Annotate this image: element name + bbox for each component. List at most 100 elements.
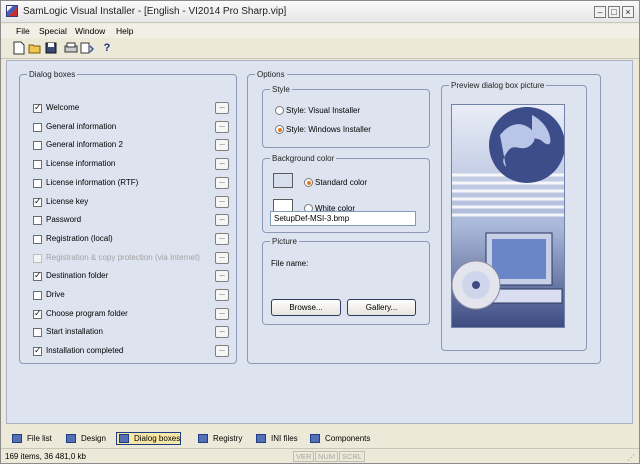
dialog-box-row: Installation completed... xyxy=(33,345,233,358)
dialog-box-checkbox[interactable] xyxy=(33,234,42,244)
dialog-box-settings-button[interactable]: ... xyxy=(215,214,229,227)
dialog-box-label[interactable]: Choose program folder xyxy=(46,309,128,318)
dialog-box-settings-button[interactable]: ... xyxy=(215,307,229,320)
close-button[interactable]: × xyxy=(622,6,634,18)
main-window: SamLogic Visual Installer - [English - V… xyxy=(0,0,640,464)
resize-grip-icon[interactable]: ⋰ xyxy=(627,453,635,462)
dialog-box-label[interactable]: Registration (local) xyxy=(46,234,113,243)
dialog-box-row: License key... xyxy=(33,195,233,209)
app-icon xyxy=(6,5,18,17)
new-file-icon[interactable] xyxy=(11,40,27,56)
tab-design[interactable]: Design xyxy=(64,432,106,445)
dialog-box-label: Registration & copy protection (via Inte… xyxy=(46,252,200,262)
standard-color-label[interactable]: Standard color xyxy=(315,178,367,187)
dialog-box-settings-button[interactable]: ... xyxy=(215,102,229,114)
open-folder-icon[interactable] xyxy=(27,40,43,56)
style-legend: Style xyxy=(272,85,290,94)
dialog-box-checkbox xyxy=(33,253,42,263)
status-bar: 169 items, 36 481,0 kb VER NUM SCRL ⋰ xyxy=(1,448,639,463)
dialog-box-checkbox[interactable] xyxy=(33,270,42,282)
dialog-box-label[interactable]: License information xyxy=(46,159,115,168)
dialog-box-checkbox[interactable] xyxy=(33,160,42,170)
menu-bar: File Special Window Help xyxy=(1,24,639,38)
maximize-button[interactable]: □ xyxy=(608,6,620,18)
gallery-button[interactable]: Gallery... xyxy=(347,299,416,316)
dialog-box-settings-button[interactable]: ... xyxy=(215,251,229,264)
dialog-boxes-group: Dialog boxes Welcome...General informati… xyxy=(19,70,237,364)
help-icon[interactable]: ? xyxy=(99,40,115,56)
dialog-box-label[interactable]: Drive xyxy=(46,290,65,299)
dialog-box-settings-button[interactable]: ... xyxy=(215,345,229,358)
dialog-box-label[interactable]: Password xyxy=(46,215,81,224)
tab-registry[interactable]: Registry xyxy=(196,432,242,445)
dialog-box-row: License information... xyxy=(33,158,233,171)
ini-files-icon xyxy=(256,434,266,443)
style-visual-installer-label[interactable]: Style: Visual Installer xyxy=(286,106,360,115)
menu-help[interactable]: Help xyxy=(116,26,133,36)
dialog-box-settings-button[interactable]: ... xyxy=(215,270,229,283)
dialog-box-row: Start installation... xyxy=(33,326,233,339)
style-group: Style xyxy=(262,85,430,148)
dialog-box-label[interactable]: Destination folder xyxy=(46,271,108,280)
menu-special[interactable]: Special xyxy=(39,26,67,36)
dialog-box-label[interactable]: Installation completed xyxy=(46,346,123,355)
menu-window[interactable]: Window xyxy=(75,26,105,36)
print-icon[interactable] xyxy=(63,40,79,56)
dialog-box-settings-button[interactable]: ... xyxy=(215,139,229,152)
dialog-box-row: General information... xyxy=(33,120,233,134)
dialog-box-checkbox[interactable] xyxy=(33,141,42,151)
dialog-box-settings-button[interactable]: ... xyxy=(215,289,229,301)
save-icon[interactable] xyxy=(43,40,59,56)
dialog-box-checkbox[interactable] xyxy=(33,216,42,226)
dialog-box-label[interactable]: Start installation xyxy=(46,327,103,336)
dialog-box-row: Choose program folder... xyxy=(33,307,233,321)
dialog-box-row: Destination folder... xyxy=(33,270,233,283)
dialog-box-checkbox[interactable] xyxy=(33,308,42,319)
tab-components[interactable]: Components xyxy=(308,432,370,445)
standard-color-radio[interactable] xyxy=(304,178,313,187)
dialog-box-settings-button[interactable]: ... xyxy=(215,326,229,339)
tab-file-list[interactable]: File list xyxy=(10,432,52,445)
toolbar: ? xyxy=(1,38,639,59)
status-scrl: SCRL xyxy=(339,451,366,462)
tab-ini-files[interactable]: INI files xyxy=(254,432,298,445)
dialog-box-settings-button[interactable]: ... xyxy=(215,176,229,189)
style-windows-installer-radio[interactable] xyxy=(275,125,284,134)
dialog-box-label[interactable]: Welcome xyxy=(46,103,79,112)
dialog-box-row: Welcome... xyxy=(33,102,233,115)
browse-button[interactable]: Browse... xyxy=(271,299,341,316)
dialog-box-checkbox[interactable] xyxy=(33,102,42,113)
dialog-box-checkbox[interactable] xyxy=(33,345,42,357)
standard-color-swatch xyxy=(273,173,293,188)
dialog-box-row: General information 2... xyxy=(33,139,233,152)
menu-file[interactable]: File xyxy=(16,26,30,36)
dialog-box-checkbox[interactable] xyxy=(33,196,42,207)
dialog-box-checkbox[interactable] xyxy=(33,178,42,188)
file-list-icon xyxy=(12,434,22,443)
options-legend: Options xyxy=(257,70,285,79)
compile-icon[interactable] xyxy=(79,40,95,56)
dialog-box-settings-button[interactable]: ... xyxy=(215,232,229,245)
dialog-box-settings-button[interactable]: ... xyxy=(215,120,229,133)
file-name-input[interactable]: SetupDef-MSI-3.bmp xyxy=(270,211,416,226)
dialog-boxes-icon xyxy=(119,434,129,443)
dialog-box-checkbox[interactable] xyxy=(33,328,42,338)
preview-picture xyxy=(451,104,565,328)
status-num: NUM xyxy=(315,451,339,462)
style-windows-installer-label[interactable]: Style: Windows Installer xyxy=(286,125,371,134)
dialog-box-label[interactable]: License key xyxy=(46,197,88,206)
dialog-box-checkbox[interactable] xyxy=(33,291,42,300)
window-title: SamLogic Visual Installer - [English - V… xyxy=(23,6,287,17)
dialog-box-label[interactable]: License information (RTF) xyxy=(46,178,138,187)
dialog-box-settings-button[interactable]: ... xyxy=(215,158,229,171)
dialog-box-settings-button[interactable]: ... xyxy=(215,195,229,208)
dialog-box-label[interactable]: General information xyxy=(46,122,116,131)
dialog-box-row: Registration & copy protection (via Inte… xyxy=(33,251,233,265)
dialog-box-checkbox[interactable] xyxy=(33,122,42,132)
file-name-label: File name: xyxy=(271,259,309,268)
tab-dialog-boxes[interactable]: Dialog boxes xyxy=(116,432,182,445)
minimize-button[interactable]: – xyxy=(594,6,606,18)
picture-legend: Picture xyxy=(272,237,297,246)
dialog-box-label[interactable]: General information 2 xyxy=(46,140,123,149)
style-visual-installer-radio[interactable] xyxy=(275,106,284,115)
